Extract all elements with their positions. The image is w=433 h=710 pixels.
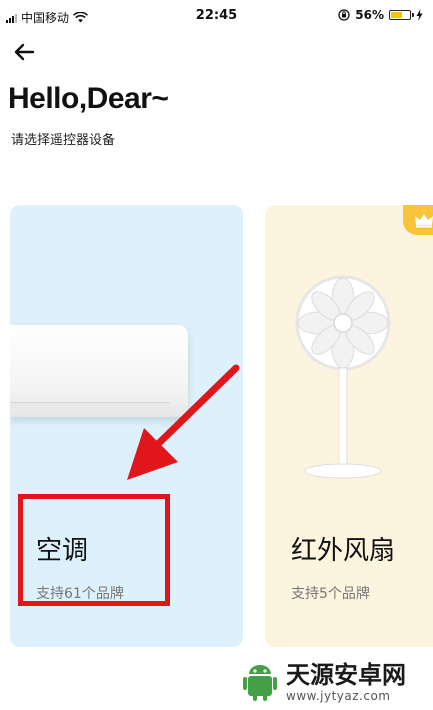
vip-badge: [403, 205, 433, 235]
android-logo-icon: [243, 665, 277, 701]
device-card-infrared-fan[interactable]: 红外风扇 支持5个品牌: [265, 205, 433, 647]
back-arrow-icon: [14, 43, 35, 61]
air-conditioner-image: [10, 325, 188, 417]
watermark-url: www.jytyaz.com: [286, 688, 391, 703]
page-title: Hello,Dear~: [8, 82, 169, 115]
device-brand-count: 支持5个品牌: [291, 586, 370, 602]
status-right: 56%: [338, 8, 423, 22]
orientation-lock-icon: [338, 9, 350, 21]
fan-image: [295, 275, 391, 479]
battery-icon: [389, 10, 414, 20]
back-button[interactable]: [10, 38, 38, 66]
page-subtitle: 请选择遥控器设备: [11, 133, 116, 148]
ac-vent: [10, 402, 170, 409]
device-title: 红外风扇: [291, 536, 396, 566]
watermark-name: 天源安卓网: [286, 660, 406, 689]
status-bar: 中国移动 22:45 56%: [0, 0, 433, 34]
charging-icon: [416, 9, 423, 21]
crown-icon: [415, 214, 433, 228]
battery-percent: 56%: [355, 8, 384, 22]
watermark: 天源安卓网 www.jytyaz.com: [240, 658, 430, 706]
watermark-text: 天源安卓网 www.jytyaz.com: [286, 663, 406, 702]
annotation-highlight-box: [18, 494, 170, 606]
